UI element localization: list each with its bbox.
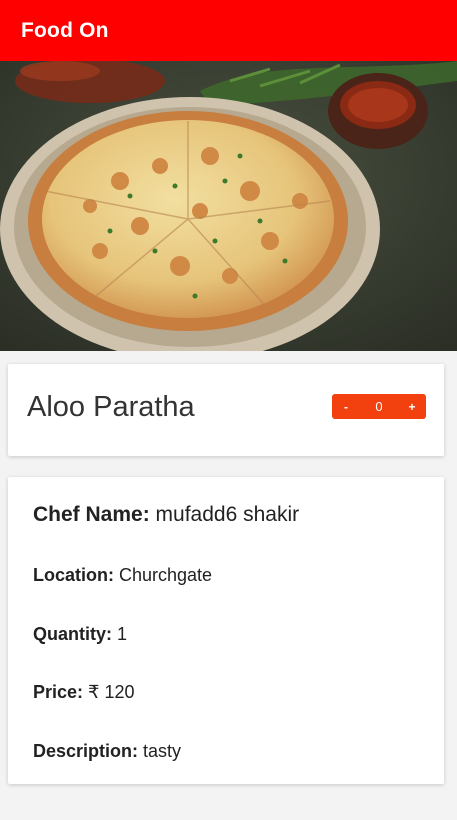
food-image: [0, 61, 457, 351]
pizza-photo: [0, 61, 457, 351]
increment-button[interactable]: +: [398, 400, 426, 414]
location-label: Location:: [33, 565, 119, 585]
chef-name-value: mufadd6 shakir: [155, 503, 300, 526]
price-row: Price: ₹ 120: [33, 682, 135, 703]
dish-card: Aloo Paratha - 0 +: [8, 364, 444, 456]
price-value: ₹ 120: [88, 682, 135, 702]
description-row: Description: tasty: [33, 741, 181, 762]
quantity-row: Quantity: 1: [33, 624, 127, 645]
app-title: Food On: [21, 18, 109, 42]
description-label: Description:: [33, 741, 144, 761]
quantity-value-text: 1: [117, 624, 128, 644]
decrement-button[interactable]: -: [332, 400, 360, 414]
app-bar: Food On: [0, 0, 457, 61]
dish-name: Aloo Paratha: [27, 391, 195, 423]
chef-name-label: Chef Name:: [33, 503, 156, 526]
details-card: Chef Name: mufadd6 shakir Location: Chur…: [8, 477, 444, 784]
location-value: Churchgate: [119, 565, 213, 585]
chef-name-row: Chef Name: mufadd6 shakir: [33, 503, 299, 527]
quantity-value: 0: [375, 399, 383, 414]
quantity-label: Quantity:: [33, 624, 117, 644]
location-row: Location: Churchgate: [33, 565, 212, 586]
quantity-stepper[interactable]: - 0 +: [332, 394, 426, 419]
price-label: Price:: [33, 682, 89, 702]
description-value: tasty: [143, 741, 182, 761]
